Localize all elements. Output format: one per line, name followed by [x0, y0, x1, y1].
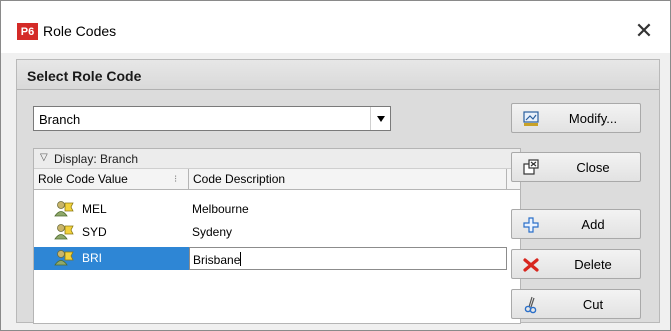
- table-row[interactable]: MEL Melbourne: [34, 198, 520, 221]
- add-button-label: Add: [581, 217, 605, 232]
- modify-button[interactable]: Modify...: [511, 103, 641, 133]
- role-code-text: MEL: [82, 202, 107, 216]
- panel-title: Select Role Code: [27, 68, 142, 84]
- close-button-label: Close: [576, 160, 610, 175]
- role-codes-grid: ▽ Display: Branch Role Code Value ⁝ Code…: [33, 148, 521, 324]
- window-title: Role Codes: [43, 23, 117, 39]
- select-role-code-panel: Select Role Code Branch Modify... ▽ Disp…: [16, 59, 660, 324]
- code-description-edit-field[interactable]: Brisbane: [189, 247, 507, 270]
- scissors-icon: [522, 296, 540, 314]
- add-button[interactable]: Add: [511, 209, 641, 239]
- code-description-text: Brisbane: [193, 253, 241, 267]
- role-code-text: BRI: [82, 251, 103, 265]
- column-header-role-code-value[interactable]: Role Code Value ⁝: [34, 169, 189, 189]
- close-dialog-icon: [522, 159, 540, 177]
- role-code-value-cell[interactable]: MEL: [34, 198, 189, 221]
- column-headers: Role Code Value ⁝ Code Description: [34, 169, 520, 190]
- role-code-dropdown[interactable]: Branch: [33, 106, 391, 131]
- column-header-label: Role Code Value: [38, 172, 128, 186]
- dropdown-arrow-button[interactable]: [370, 107, 390, 130]
- chevron-down-icon: ▽: [40, 152, 48, 163]
- window-close-button[interactable]: ✕: [621, 13, 667, 49]
- table-row-selected[interactable]: BRI Brisbane: [34, 247, 520, 270]
- role-code-text: SYD: [82, 225, 107, 239]
- modify-button-label: Modify...: [568, 111, 618, 126]
- p6-app-icon: P6: [17, 23, 38, 40]
- code-description-cell[interactable]: Melbourne: [189, 198, 507, 221]
- delete-button[interactable]: Delete: [511, 249, 641, 279]
- column-header-code-description[interactable]: Code Description: [189, 169, 507, 189]
- modify-icon: [522, 110, 540, 128]
- sort-icon: ⁝: [174, 174, 178, 185]
- column-header-label: Code Description: [193, 172, 286, 186]
- delete-x-icon: [522, 256, 540, 274]
- table-row[interactable]: SYD Sydeny: [34, 221, 520, 244]
- close-icon: ✕: [634, 18, 654, 43]
- role-people-icon: [54, 201, 74, 217]
- role-code-value-cell[interactable]: SYD: [34, 221, 189, 244]
- group-by-bar[interactable]: ▽ Display: Branch: [34, 149, 520, 169]
- cut-button[interactable]: Cut: [511, 289, 641, 319]
- role-code-value-cell[interactable]: BRI: [34, 247, 189, 270]
- group-by-label: Display: Branch: [54, 152, 139, 166]
- close-button[interactable]: Close: [511, 152, 641, 182]
- role-people-icon: [54, 250, 74, 266]
- role-code-dropdown-value: Branch: [39, 112, 81, 127]
- panel-header: Select Role Code: [17, 60, 659, 90]
- text-caret: [240, 252, 242, 266]
- role-codes-dialog: P6 Role Codes ✕ Select Role Code Branch: [0, 0, 671, 331]
- plus-icon: [522, 216, 540, 234]
- chevron-down-icon: [376, 115, 385, 122]
- code-description-cell[interactable]: Sydeny: [189, 221, 507, 244]
- delete-button-label: Delete: [574, 257, 612, 272]
- role-people-icon: [54, 224, 74, 240]
- cut-button-label: Cut: [582, 297, 604, 312]
- title-bar: P6 Role Codes ✕: [1, 1, 670, 53]
